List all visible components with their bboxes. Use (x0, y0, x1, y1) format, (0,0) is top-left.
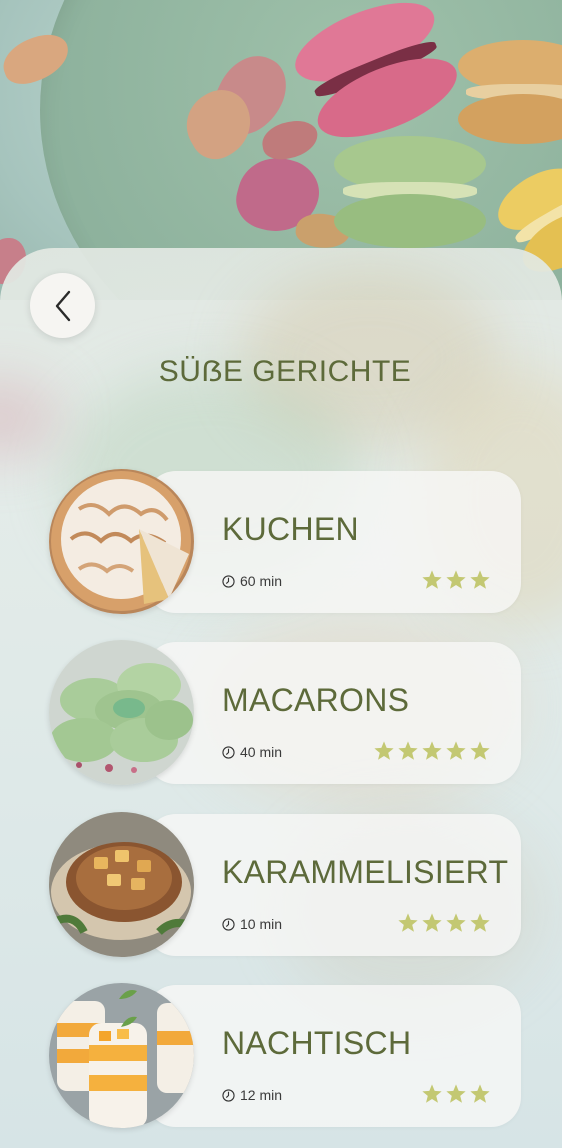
chevron-left-icon (55, 290, 70, 321)
recipe-duration: 12 min (222, 1087, 282, 1103)
recipe-time: 10 min (240, 916, 283, 932)
star-icon (446, 570, 466, 589)
star-icon (422, 1084, 442, 1103)
clock-icon (222, 1088, 235, 1102)
recipe-image-karammelisiert[interactable] (49, 812, 194, 957)
star-icon (422, 741, 442, 760)
recipe-time: 40 min (240, 744, 283, 760)
star-icon (470, 1084, 490, 1103)
star-icon (446, 1084, 466, 1103)
rating-stars (421, 1083, 491, 1105)
rating-stars (421, 569, 491, 591)
rating-stars (397, 912, 491, 934)
star-icon (398, 913, 418, 932)
star-icon (422, 570, 442, 589)
recipe-duration: 10 min (222, 916, 282, 932)
recipe-card-kuchen[interactable]: KUCHEN 60 min (146, 471, 521, 613)
star-icon (470, 570, 490, 589)
star-icon (470, 913, 490, 932)
clock-icon (222, 745, 235, 759)
star-icon (398, 741, 418, 760)
star-icon (374, 741, 394, 760)
recipe-time: 12 min (240, 1087, 283, 1103)
recipe-duration: 60 min (222, 573, 282, 589)
back-button[interactable] (30, 273, 95, 338)
recipe-card-nachtisch[interactable]: NACHTISCH 12 min (146, 985, 521, 1127)
clock-icon (222, 574, 235, 588)
recipe-card-karammelisiert[interactable]: KARAMMELISIERT 10 min (146, 814, 521, 956)
green-macaron (334, 136, 486, 248)
recipe-time: 60 min (240, 573, 283, 589)
recipe-image-nachtisch[interactable] (49, 983, 194, 1128)
rating-stars (373, 740, 491, 762)
recipe-card-macarons[interactable]: MACARONS 40 min (146, 642, 521, 784)
star-icon (446, 913, 466, 932)
recipe-image-kuchen[interactable] (49, 469, 194, 614)
star-icon (470, 741, 490, 760)
clock-icon (222, 917, 235, 931)
star-icon (446, 741, 466, 760)
page-title: SÜẞE GERICHTE (158, 355, 412, 388)
star-icon (422, 913, 442, 932)
recipe-title: NACHTISCH (222, 1025, 412, 1061)
recipe-title: KARAMMELISIERT (222, 854, 509, 890)
recipe-title: MACARONS (222, 682, 410, 718)
recipe-duration: 40 min (222, 744, 282, 760)
recipe-image-macarons[interactable] (49, 640, 194, 785)
recipe-title: KUCHEN (222, 511, 359, 547)
caramel-macaron (458, 40, 562, 144)
